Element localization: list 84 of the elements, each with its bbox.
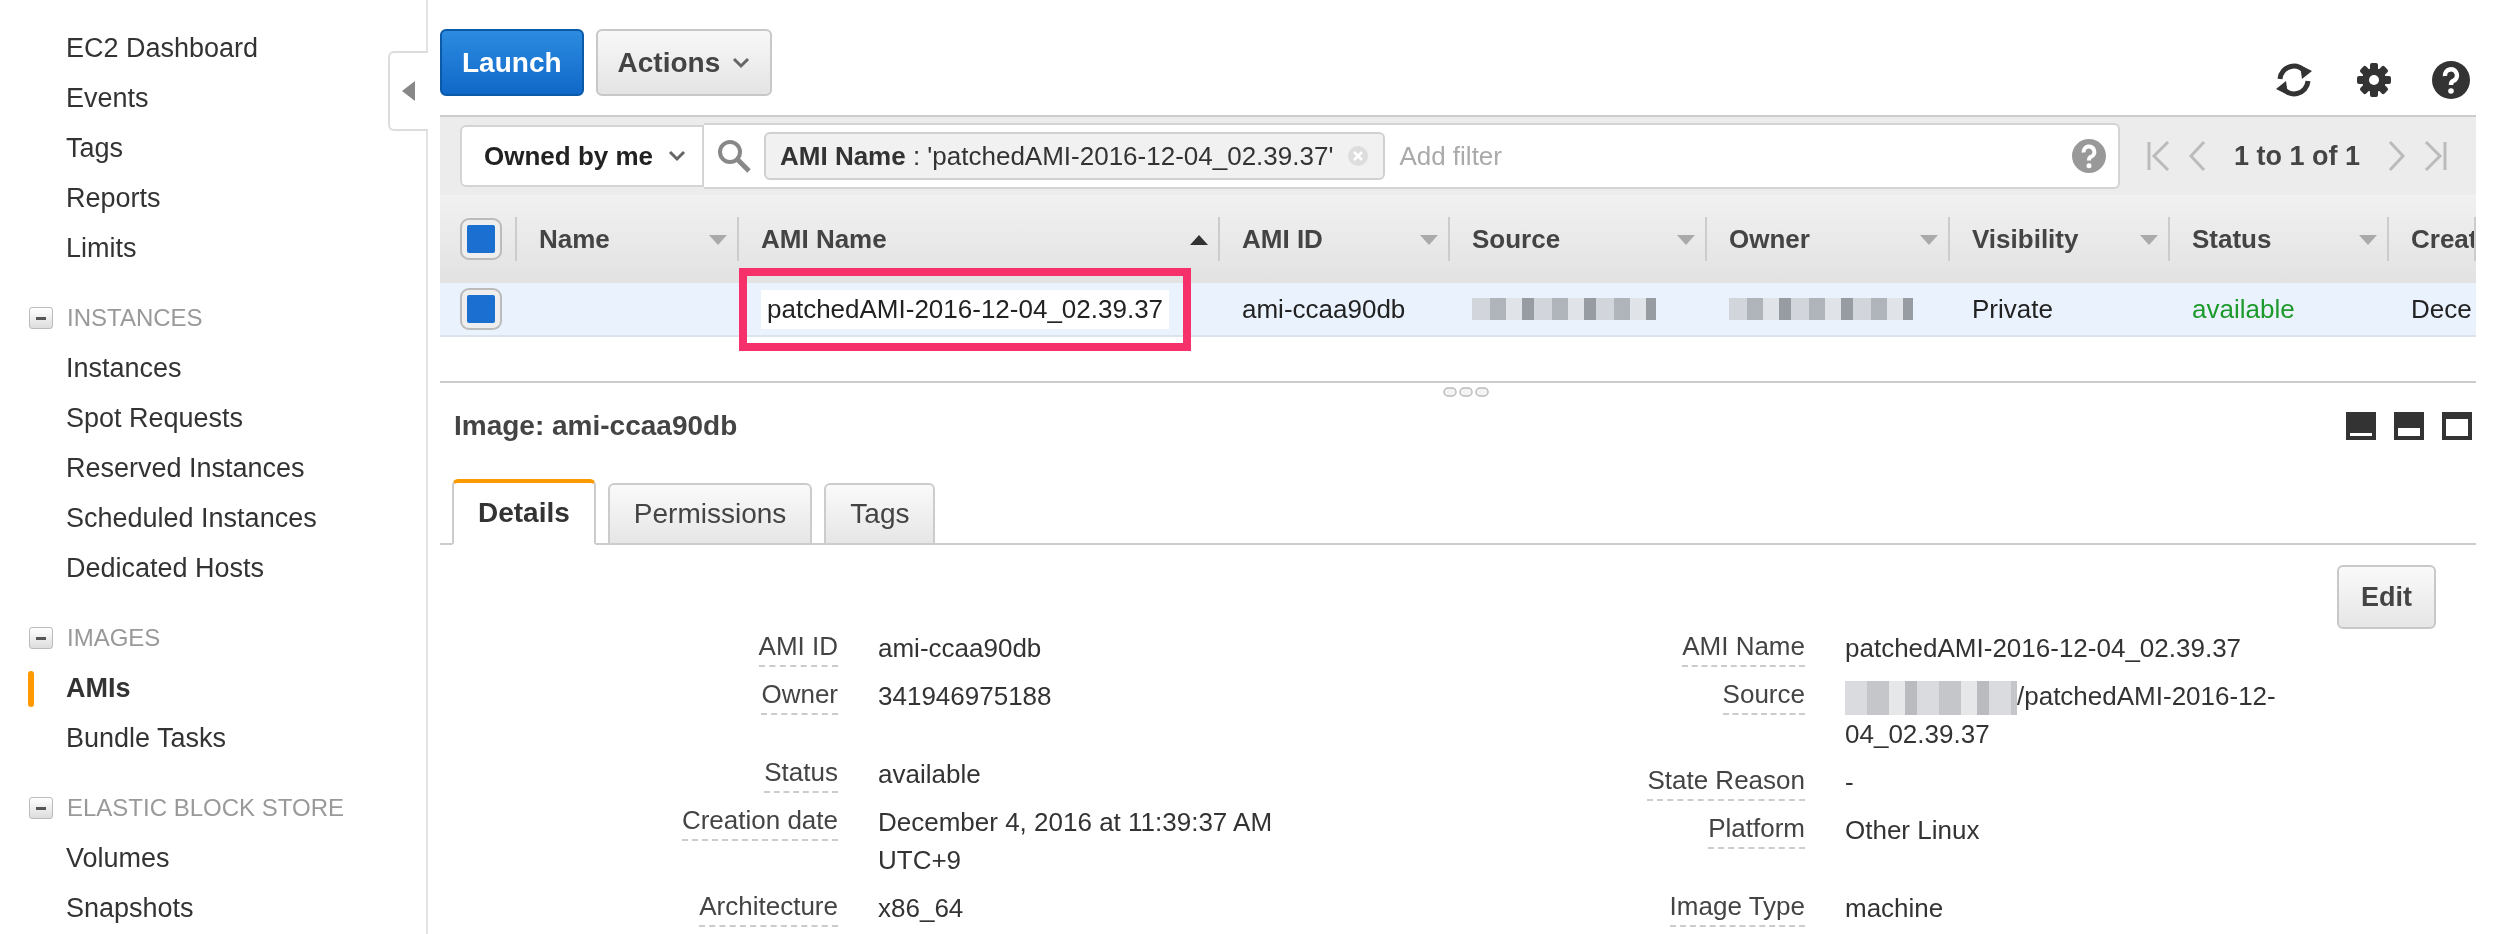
sidebar-item[interactable]: EC2 Dashboard <box>0 23 259 73</box>
sidebar-item[interactable]: Snapshots <box>0 883 194 933</box>
owner-filter-dropdown[interactable]: Owned by me <box>460 125 704 187</box>
filter-token[interactable]: AMI Name : 'patchedAMI-2016-12-04_02.39.37' <box>764 132 1386 180</box>
panel-size-icon[interactable] <box>2394 412 2424 440</box>
field-label: AMI Name <box>1682 629 1805 667</box>
sort-caret-icon[interactable] <box>709 233 727 245</box>
sort-caret-icon[interactable] <box>1420 233 1438 245</box>
sidebar-item[interactable]: Scheduled Instances <box>0 493 317 543</box>
details-title: Image: ami-ccaa90db <box>454 410 738 442</box>
edit-button[interactable]: Edit <box>2337 565 2436 629</box>
search-icon <box>716 138 752 174</box>
resize-handle-icon[interactable] <box>1443 387 1489 397</box>
column-header[interactable]: Source <box>1472 223 1561 255</box>
sort-caret-icon[interactable] <box>2140 233 2158 245</box>
select-all-checkbox[interactable] <box>462 220 500 258</box>
panel-size-icon[interactable] <box>2346 412 2376 440</box>
settings-icon[interactable] <box>2356 62 2392 98</box>
caret-icon <box>732 56 751 69</box>
section-header: ELASTIC BLOCK STORE <box>67 794 344 822</box>
sidebar-item[interactable]: Reports <box>0 173 161 223</box>
pagination-text: 1 to 1 of 1 <box>2233 140 2360 172</box>
collapse-icon[interactable] <box>29 627 53 649</box>
sidebar-item[interactable]: Limits <box>0 223 137 273</box>
sort-caret-icon[interactable] <box>2359 233 2377 245</box>
sidebar-item[interactable]: Spot Requests <box>0 393 244 443</box>
table-cell: ami-ccaa90db <box>1242 293 1406 325</box>
table-cell: patchedAMI-2016-12-04_02.39.37 <box>761 289 1170 329</box>
column-header[interactable]: AMI ID <box>1242 223 1323 255</box>
actions-dropdown[interactable]: Actions <box>595 29 773 96</box>
section-header: IMAGES <box>67 624 161 652</box>
sidebar-item[interactable]: Bundle Tasks <box>0 713 227 763</box>
sidebar-item[interactable]: Dedicated Hosts <box>0 543 265 593</box>
search-field[interactable]: AMI Name : 'patchedAMI-2016-12-04_02.39.37' Add filter <box>704 123 2120 189</box>
collapse-arrow-icon[interactable] <box>402 81 416 101</box>
tab[interactable]: Details <box>452 479 596 545</box>
field-label: Image Type <box>1669 889 1805 928</box>
field-label: Status <box>764 755 838 793</box>
field-label: State Reason <box>1647 763 1805 802</box>
collapse-icon[interactable] <box>29 307 53 329</box>
field-label: Creation date <box>681 803 838 841</box>
column-header[interactable]: Visibility <box>1972 223 2079 255</box>
collapse-icon[interactable] <box>29 797 53 819</box>
launch-button[interactable]: Launch <box>440 29 584 96</box>
field-value: x86_64 <box>878 892 965 925</box>
sort-caret-icon[interactable] <box>1677 233 1695 245</box>
sidebar-item[interactable]: Events <box>0 73 149 123</box>
field-label: Platform <box>1708 811 1805 850</box>
field-value: /patchedAMI-2016-12-04_02.39.37 <box>1845 680 2277 752</box>
table-cell: Private <box>1972 293 2053 325</box>
field-value: December 4, 2016 at 11:39:37 AM UTC+9 <box>878 806 1274 877</box>
column-header[interactable]: AMI Name <box>761 223 887 255</box>
tab[interactable]: Tags <box>824 483 936 545</box>
sidebar-item[interactable]: Reserved Instances <box>0 443 305 493</box>
field-label: Architecture <box>699 889 838 927</box>
collapse-sidebar-tab[interactable] <box>388 51 428 131</box>
sidebar-item[interactable]: AMIs <box>0 663 131 713</box>
column-header[interactable]: Status <box>2192 223 2272 255</box>
field-label: AMI ID <box>758 629 838 667</box>
section-header: INSTANCES <box>67 304 203 332</box>
field-value: patchedAMI-2016-12-04_02.39.37 <box>1845 632 2243 665</box>
column-header[interactable]: Name <box>539 223 610 255</box>
field-value: 341946975188 <box>878 680 1053 713</box>
sidebar-item[interactable]: Volumes <box>0 833 170 883</box>
row-checkbox[interactable] <box>462 290 500 328</box>
field-value: - <box>1845 766 1855 800</box>
sort-caret-icon[interactable] <box>1920 233 1938 245</box>
panel-size-icon[interactable] <box>2442 412 2472 440</box>
selection-bar <box>28 671 34 707</box>
column-header[interactable]: Owner <box>1729 223 1810 255</box>
sidebar-item[interactable]: Tags <box>0 123 124 173</box>
field-value: available <box>878 758 982 791</box>
sort-ascending-icon[interactable] <box>1190 233 1208 245</box>
field-value: Other Linux <box>1845 814 1981 848</box>
field-label: Owner <box>761 677 838 715</box>
help-icon[interactable] <box>2432 61 2470 99</box>
table-cell: Dece <box>2411 293 2472 325</box>
tab[interactable]: Permissions <box>607 483 813 545</box>
field-value: machine <box>1845 892 1945 926</box>
caret-icon <box>668 150 686 162</box>
field-value: ami-ccaa90db <box>878 632 1043 665</box>
sidebar-item[interactable]: Instances <box>0 343 182 393</box>
status-text: available <box>2192 293 2295 325</box>
field-label: Source <box>1722 677 1805 715</box>
